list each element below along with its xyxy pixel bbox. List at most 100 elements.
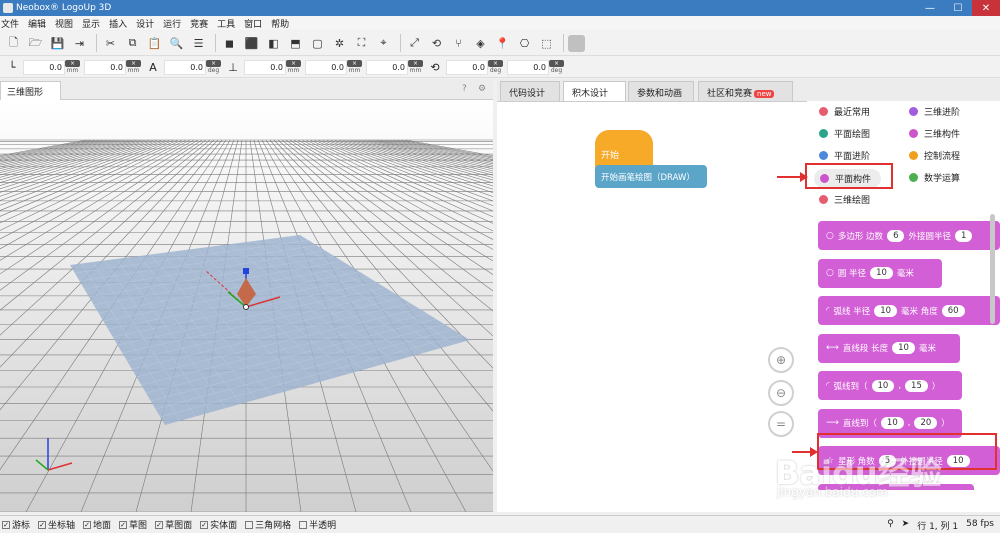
coord-field-0[interactable]: 0.0: [23, 59, 65, 75]
category-3[interactable]: 三维构件: [909, 127, 960, 140]
checkbox-2[interactable]: ✓ 地面: [83, 518, 111, 531]
open-folder-icon[interactable]: 🗁: [26, 34, 45, 53]
vertical-scrollbar[interactable]: [990, 214, 995, 324]
block-value-input[interactable]: 6: [887, 229, 905, 242]
block-value-input[interactable]: 10: [870, 267, 893, 279]
category-1[interactable]: 三维进阶: [909, 105, 960, 118]
tab-block-design[interactable]: 积木设计: [563, 81, 626, 101]
export-icon[interactable]: ⇥: [70, 34, 89, 53]
category-4[interactable]: 平面进阶: [819, 149, 870, 162]
checkbox-box[interactable]: ✓: [38, 520, 47, 529]
save-icon[interactable]: 💾: [48, 34, 67, 53]
checkbox-5[interactable]: ✓ 实体面: [200, 518, 237, 531]
menu-item-5[interactable]: 设计: [136, 17, 154, 30]
minimize-button[interactable]: —: [916, 0, 944, 16]
cut-icon[interactable]: ✂: [101, 34, 120, 53]
camera-icon[interactable]: ⎔: [515, 34, 534, 53]
maximize-button[interactable]: ☐: [944, 0, 972, 16]
3d-viewport[interactable]: [0, 100, 493, 512]
coord-field-4[interactable]: 0.0: [305, 59, 347, 75]
coord-field-7[interactable]: 0.0: [507, 59, 549, 75]
settings-icon[interactable]: ⚙: [478, 84, 486, 94]
category-label: 控制流程: [924, 152, 961, 162]
menu-item-8[interactable]: 工具: [217, 17, 235, 30]
tab-params-animation[interactable]: 参数和动画: [628, 81, 694, 101]
checkbox-box[interactable]: ✓: [83, 520, 92, 529]
menu-item-7[interactable]: 竞赛: [190, 17, 208, 30]
close-button[interactable]: ✕: [972, 0, 1000, 16]
tab-3d-view[interactable]: 三维图形: [0, 81, 61, 100]
paste-icon[interactable]: 📋: [145, 34, 164, 53]
tab-community[interactable]: 社区和竞赛 new: [698, 81, 793, 101]
fill-icon[interactable]: ◈: [471, 34, 490, 53]
menu-item-2[interactable]: 视图: [55, 17, 73, 30]
search-icon[interactable]: 🔍: [167, 34, 186, 53]
checkbox-6[interactable]: 三角网格: [245, 518, 291, 531]
toolbar-separator: [96, 34, 97, 52]
frame-icon[interactable]: ⛶: [352, 34, 371, 53]
checkbox-0[interactable]: ✓ 游标: [2, 518, 30, 531]
checkbox-box[interactable]: ✓: [2, 520, 10, 529]
menu-item-0[interactable]: 文件: [1, 17, 19, 30]
checkbox-box[interactable]: ✓: [155, 520, 164, 529]
cube-icon[interactable]: ◼: [220, 34, 239, 53]
draw-block[interactable]: 开始画笔绘图（DRAW）: [595, 165, 707, 188]
cube-side-icon[interactable]: ◧: [264, 34, 283, 53]
expand-icon[interactable]: ⤢: [405, 34, 424, 53]
palette-block-4[interactable]: ◜ 弧线到（ 10, 15）: [818, 371, 962, 400]
menu-item-4[interactable]: 插入: [109, 17, 127, 30]
checkbox-box[interactable]: ✓: [119, 520, 128, 529]
pin-icon[interactable]: 📍: [493, 34, 512, 53]
menu-item-3[interactable]: 显示: [82, 17, 100, 30]
list-icon[interactable]: ☰: [189, 34, 208, 53]
block-value-input[interactable]: 10: [874, 304, 898, 317]
split-axis-icon[interactable]: ⑂: [449, 34, 468, 53]
block-value-input[interactable]: 1: [955, 229, 973, 242]
checkbox-4[interactable]: ✓ 草图面: [155, 518, 192, 531]
block-value-input[interactable]: 10: [871, 379, 895, 392]
palette-block-2[interactable]: ◜ 弧线 半径 10 毫米 角度 60: [818, 296, 1000, 325]
checkbox-box[interactable]: [299, 520, 308, 529]
coord-field-2[interactable]: 0.0: [164, 59, 206, 75]
checkbox-7[interactable]: 半透明: [299, 518, 336, 531]
copy-icon[interactable]: ⧉: [123, 34, 142, 53]
checkbox-3[interactable]: ✓ 草图: [119, 518, 147, 531]
menu-item-10[interactable]: 帮助: [271, 17, 289, 30]
coord-field-6[interactable]: 0.0: [446, 59, 488, 75]
category-7[interactable]: 数学运算: [909, 171, 960, 184]
axis-icon[interactable]: ⌖: [374, 34, 393, 53]
menu-item-1[interactable]: 编辑: [28, 17, 46, 30]
zoom-out-icon[interactable]: ⊖: [768, 380, 794, 406]
category-2[interactable]: 平面绘图: [819, 127, 870, 140]
rotate-axis-icon[interactable]: ⟲: [427, 34, 446, 53]
checkbox-box[interactable]: [245, 520, 254, 529]
new-file-icon[interactable]: 🗋: [4, 34, 23, 53]
menu-item-9[interactable]: 窗口: [244, 17, 262, 30]
category-5[interactable]: 控制流程: [909, 149, 960, 162]
category-0[interactable]: 最近常用: [819, 105, 870, 118]
cube-front-icon[interactable]: ⬛: [242, 34, 261, 53]
unit-label: × mm: [126, 60, 141, 74]
coord-field-3[interactable]: 0.0: [244, 59, 286, 75]
cube-top-icon[interactable]: ⬒: [286, 34, 305, 53]
palette-block-0[interactable]: ○ 多边形 边数 6 外接圆半径 1: [818, 221, 1000, 250]
block-value-input[interactable]: 60: [941, 304, 965, 317]
coord-field-5[interactable]: 0.0: [366, 59, 408, 75]
help-icon[interactable]: ?: [462, 84, 467, 94]
wire-cube-icon[interactable]: ▢: [308, 34, 327, 53]
menu-item-6[interactable]: 运行: [163, 17, 181, 30]
tab-code-design[interactable]: 代码设计: [500, 81, 560, 101]
checkbox-box[interactable]: ✓: [200, 520, 209, 529]
unit-badge: ×: [408, 60, 423, 67]
palette-block-3[interactable]: ⟷ 直线段 长度 10 毫米: [818, 333, 960, 363]
gear-cube-icon[interactable]: ✲: [330, 34, 349, 53]
block-value-input[interactable]: 15: [905, 379, 928, 392]
zoom-in-icon[interactable]: ⊕: [768, 347, 794, 373]
stop-icon[interactable]: [568, 34, 585, 52]
block-value-input[interactable]: 10: [892, 342, 915, 354]
coord-field-1[interactable]: 0.0: [84, 59, 126, 75]
palette-block-1[interactable]: ○ 圆 半径 10 毫米: [818, 258, 942, 288]
package-icon[interactable]: ⬚: [537, 34, 556, 53]
category-8[interactable]: 三维绘图: [819, 193, 870, 206]
checkbox-1[interactable]: ✓ 坐标轴: [38, 518, 75, 531]
